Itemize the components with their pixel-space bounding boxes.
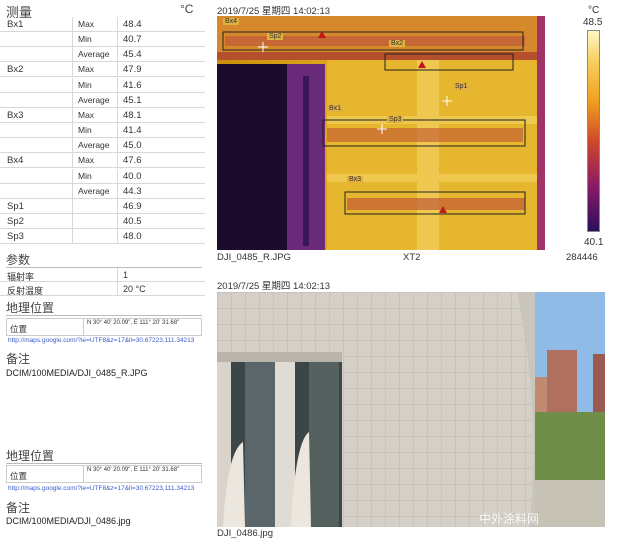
row-stat: Average bbox=[78, 185, 110, 196]
thermal-timestamp: 2019/7/25 星期四 14:02:13 bbox=[217, 6, 331, 17]
row-value: 45.1 bbox=[123, 94, 142, 106]
photo-timestamp: 2019/7/25 星期四 14:02:13 bbox=[217, 281, 331, 292]
params-title: 参数 bbox=[6, 253, 31, 267]
row-value: 48.1 bbox=[123, 109, 142, 121]
label-bx2: Bx2 bbox=[389, 40, 406, 47]
geo-title: 地理位置 bbox=[6, 301, 55, 315]
measurement-row: Min 41.4 bbox=[0, 123, 205, 139]
row-value: 46.9 bbox=[123, 200, 142, 212]
measurement-row: Min 41.6 bbox=[0, 77, 205, 93]
row-stat: Min bbox=[78, 79, 92, 90]
row-name: Sp1 bbox=[7, 200, 24, 212]
label-sp2: Sp2 bbox=[267, 33, 284, 40]
row-value: 41.4 bbox=[123, 125, 142, 137]
measurement-row: Min 40.7 bbox=[0, 32, 205, 48]
photo-filename: DJI_0486.jpg bbox=[217, 528, 273, 539]
thermal-filename: DJI_0485_R.JPG bbox=[217, 252, 291, 263]
row-stat: Max bbox=[78, 109, 95, 120]
row-stat: Min bbox=[78, 170, 92, 181]
row-value: 45.0 bbox=[123, 140, 142, 152]
label-bx3: Bx3 bbox=[347, 176, 364, 183]
row-value: 44.3 bbox=[123, 185, 142, 197]
row-value: 40.5 bbox=[123, 215, 142, 227]
divider bbox=[6, 463, 202, 464]
scale-max: 48.5 bbox=[583, 17, 603, 28]
camera-serial: 284446 bbox=[566, 252, 598, 263]
row-value: 48.0 bbox=[123, 231, 142, 243]
map-link-2[interactable]: http://maps.google.com/?ie=UTF8&z=17&ll=… bbox=[8, 485, 204, 492]
measurement-row: Sp1 46.9 bbox=[0, 198, 205, 214]
thermal-image: Bx4 Bx2 Bx1 Bx3 Sp1 Sp2 Sp3 bbox=[217, 16, 545, 250]
row-name: Bx4 bbox=[7, 155, 24, 167]
row-stat: Min bbox=[78, 34, 92, 45]
scale-unit: °C bbox=[588, 5, 600, 16]
row-value: 47.9 bbox=[123, 64, 142, 76]
note2-title: 备注 bbox=[6, 501, 31, 515]
color-scale-bar bbox=[587, 30, 600, 232]
row-value: 41.6 bbox=[123, 79, 142, 91]
measurement-row: Min 40.0 bbox=[0, 168, 205, 184]
measurement-row: Sp2 40.5 bbox=[0, 213, 205, 229]
scale-min: 40.1 bbox=[584, 237, 604, 248]
row-name: Bx3 bbox=[7, 109, 24, 121]
measurement-row: Average 45.0 bbox=[0, 138, 205, 154]
label-bx1: Bx1 bbox=[327, 105, 344, 112]
note2-path: DCIM/100MEDIA/DJI_0486.jpg bbox=[6, 516, 131, 526]
camera-model: XT2 bbox=[403, 252, 421, 263]
row-stat: Average bbox=[78, 49, 110, 60]
row-name: Bx1 bbox=[7, 19, 24, 30]
measurement-row: Average 44.3 bbox=[0, 183, 205, 199]
row-stat: Max bbox=[78, 64, 95, 75]
row-stat: Max bbox=[78, 155, 95, 166]
label-bx4: Bx4 bbox=[223, 18, 240, 25]
row-stat: Average bbox=[78, 140, 110, 151]
geo2-title: 地理位置 bbox=[6, 449, 55, 463]
row-stat: Average bbox=[78, 94, 110, 105]
geo2-row: 位置 N 30° 40' 20.09", E 111° 20' 31.68" bbox=[6, 465, 202, 483]
measurement-row: Average 45.1 bbox=[0, 92, 205, 108]
measurement-row: Average 45.4 bbox=[0, 47, 205, 63]
measurement-row: Bx2 Max 47.9 bbox=[0, 62, 205, 78]
row-name: Bx2 bbox=[7, 64, 24, 76]
watermark-text: 中外涂料网 bbox=[479, 512, 540, 526]
geo-row: 位置 N 30° 40' 20.09", E 111° 20' 31.68" bbox=[6, 318, 202, 336]
measurement-row: Bx1 Max 48.4 bbox=[0, 17, 205, 32]
row-value: 48.4 bbox=[123, 19, 142, 30]
measurement-row: Bx3 Max 48.1 bbox=[0, 107, 205, 123]
row-stat: Min bbox=[78, 125, 92, 136]
row-stat: Max bbox=[78, 19, 95, 29]
param-row: 辐射率 1 bbox=[0, 268, 205, 282]
thermal-scene bbox=[217, 16, 545, 250]
row-value: 40.0 bbox=[123, 170, 142, 182]
param-row: 反射温度 20 °C bbox=[0, 282, 205, 296]
row-value: 45.4 bbox=[123, 49, 142, 61]
row-value: 40.7 bbox=[123, 34, 142, 46]
measurement-row: Bx4 Max 47.6 bbox=[0, 153, 205, 169]
note-title: 备注 bbox=[6, 352, 31, 366]
row-name: Sp3 bbox=[7, 231, 24, 243]
label-sp1: Sp1 bbox=[453, 83, 470, 90]
label-sp3: Sp3 bbox=[387, 116, 404, 123]
row-name: Sp2 bbox=[7, 215, 24, 227]
measurement-row: Sp3 48.0 bbox=[0, 229, 205, 245]
divider bbox=[6, 315, 202, 316]
visible-photo: 中外涂料网 bbox=[217, 292, 605, 527]
unit-label: °C bbox=[180, 2, 194, 16]
note-path: DCIM/100MEDIA/DJI_0485_R.JPG bbox=[6, 368, 148, 378]
row-value: 47.6 bbox=[123, 155, 142, 167]
map-link[interactable]: http://maps.google.com/?ie=UTF8&z=17&ll=… bbox=[8, 337, 204, 344]
building-scene bbox=[217, 292, 605, 527]
